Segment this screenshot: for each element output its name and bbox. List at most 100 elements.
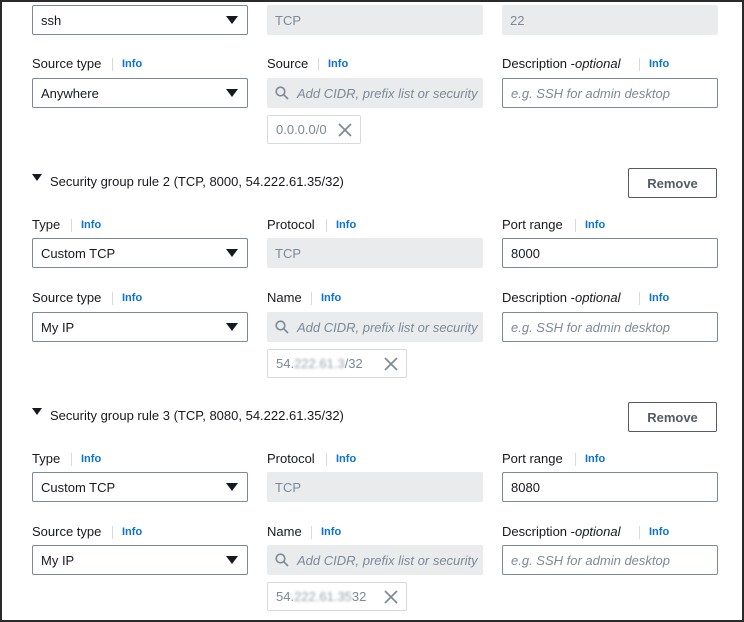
rule3-port-value: 8080: [511, 479, 540, 495]
remove-token-icon[interactable]: [384, 590, 398, 607]
rule2-type-label-text: Type: [32, 217, 61, 232]
rule3-protocol-label-text: Protocol: [267, 451, 315, 466]
rule2-port-label: Port range: [502, 217, 563, 232]
rule1-protocol-field: TCP: [267, 5, 483, 35]
rule1-description-input[interactable]: e.g. SSH for admin desktop: [502, 78, 718, 108]
rule1-port-field: 22: [502, 5, 718, 35]
rule2-token-masked: 222.61.3: [294, 356, 345, 371]
rule1-protocol-value: TCP: [275, 12, 301, 28]
rule1-source-type-label-text: Source type: [32, 56, 102, 71]
rule2-description-placeholder: e.g. SSH for admin desktop: [511, 319, 670, 335]
rule2-source-type-label-text: Source type: [32, 290, 102, 305]
rule2-description-input[interactable]: e.g. SSH for admin desktop: [502, 312, 718, 342]
rule2-source-type-value: My IP: [41, 319, 75, 335]
security-group-rules-panel: ssh TCP 22 Source type Info Source Info …: [0, 0, 744, 622]
rule3-type-info-link[interactable]: Info: [71, 453, 101, 466]
rule3-type-select[interactable]: Custom TCP: [32, 472, 248, 502]
rule1-source-label-text: Source: [267, 56, 309, 71]
rule3-protocol-value: TCP: [275, 479, 301, 495]
rule3-name-info-link[interactable]: Info: [311, 526, 341, 539]
rule1-port-value: 22: [510, 12, 525, 28]
rule3-type-label-text: Type: [32, 451, 61, 466]
optional-text: optional: [574, 56, 621, 71]
rule1-source-type-label: Source type: [32, 56, 101, 71]
rule2-source-search-input[interactable]: Add CIDR, prefix list or security: [267, 312, 483, 342]
rule3-source-placeholder: Add CIDR, prefix list or security: [297, 552, 478, 568]
rule3-description-input[interactable]: e.g. SSH for admin desktop: [502, 545, 718, 575]
collapse-caret-icon[interactable]: [32, 408, 42, 415]
rule3-port-info-link[interactable]: Info: [575, 453, 605, 466]
rule3-source-token: 54. 222.61.35 32: [267, 582, 407, 611]
rule3-source-search-input[interactable]: Add CIDR, prefix list or security: [267, 545, 483, 575]
rule3-remove-button[interactable]: Remove: [628, 402, 717, 432]
rule2-name-label-text: Name: [267, 290, 302, 305]
rule2-source-type-info-link[interactable]: Info: [112, 292, 142, 305]
rule3-remove-label: Remove: [647, 409, 698, 425]
rule1-description-label: Description - optional: [502, 56, 621, 71]
rule3-source-type-value: My IP: [41, 552, 75, 568]
rule1-description-info-link[interactable]: Info: [639, 58, 669, 71]
rule2-description-info-link[interactable]: Info: [639, 292, 669, 305]
remove-token-icon[interactable]: [384, 357, 398, 374]
optional-text: optional: [574, 524, 621, 539]
rule2-description-label-text: Description -: [502, 290, 575, 305]
rule2-protocol-label-text: Protocol: [267, 217, 315, 232]
rule2-source-token: 54. 222.61.3/32: [267, 349, 407, 378]
rule2-type-value: Custom TCP: [41, 245, 116, 261]
rule1-description-label-text: Description -: [502, 56, 575, 71]
rule3-token-prefix: 54.: [276, 589, 295, 604]
collapse-caret-icon[interactable]: [32, 174, 42, 181]
rule3-protocol-field: TCP: [267, 472, 483, 502]
rule1-source-token-text: 0.0.0.0/0: [276, 122, 327, 137]
caret-down-icon: [226, 323, 238, 331]
rule2-remove-button[interactable]: Remove: [628, 168, 717, 198]
rule2-token-prefix: 54.: [276, 356, 295, 371]
rule2-remove-label: Remove: [647, 175, 698, 191]
rule3-source-type-info-link[interactable]: Info: [112, 526, 142, 539]
rule2-port-input[interactable]: 8000: [502, 238, 718, 268]
rule2-protocol-label: Protocol: [267, 217, 315, 232]
rule2-port-value: 8000: [511, 245, 540, 261]
rule3-description-label: Description - optional: [502, 524, 621, 539]
rule3-source-type-select[interactable]: My IP: [32, 545, 248, 575]
rule2-description-label: Description - optional: [502, 290, 621, 305]
rule1-source-search-input[interactable]: Add CIDR, prefix list or security: [267, 78, 483, 108]
rule2-type-select[interactable]: Custom TCP: [32, 238, 248, 268]
rule3-port-label: Port range: [502, 451, 563, 466]
rule3-source-type-label-text: Source type: [32, 524, 102, 539]
rule1-source-token: 0.0.0.0/0: [267, 115, 361, 144]
rule1-source-info-link[interactable]: Info: [318, 58, 348, 71]
caret-down-icon: [226, 16, 238, 24]
rule2-name-label: Name: [267, 290, 302, 305]
rule3-port-label-text: Port range: [502, 451, 563, 466]
rule2-source-type-select[interactable]: My IP: [32, 312, 248, 342]
rule2-protocol-field: TCP: [267, 238, 483, 268]
rule3-source-type-label: Source type: [32, 524, 101, 539]
rule3-token-masked: 222.61.35: [294, 589, 352, 604]
rule2-port-info-link[interactable]: Info: [575, 219, 605, 232]
caret-down-icon: [226, 89, 238, 97]
caret-down-icon: [226, 249, 238, 257]
rule3-description-info-link[interactable]: Info: [639, 526, 669, 539]
rule2-name-info-link[interactable]: Info: [311, 292, 341, 305]
rule2-protocol-info-link[interactable]: Info: [326, 219, 356, 232]
caret-down-icon: [226, 483, 238, 491]
rule1-type-select[interactable]: ssh: [32, 5, 248, 35]
rule1-source-type-select[interactable]: Anywhere: [32, 78, 248, 108]
rule1-source-type-value: Anywhere: [41, 85, 99, 101]
rule1-type-value: ssh: [41, 12, 62, 28]
rule2-type-info-link[interactable]: Info: [71, 219, 101, 232]
rule3-name-label: Name: [267, 524, 302, 539]
rule3-description-label-text: Description -: [502, 524, 575, 539]
search-icon: [267, 553, 297, 567]
rule3-protocol-info-link[interactable]: Info: [326, 453, 356, 466]
remove-token-icon[interactable]: [338, 123, 352, 140]
rule1-source-type-info-link[interactable]: Info: [112, 58, 142, 71]
optional-text: optional: [574, 290, 621, 305]
rule3-port-input[interactable]: 8080: [502, 472, 718, 502]
rule1-description-placeholder: e.g. SSH for admin desktop: [511, 85, 670, 101]
rule3-title: Security group rule 3 (TCP, 8080, 54.222…: [50, 408, 344, 423]
rule2-type-label: Type: [32, 217, 60, 232]
rule2-source-type-label: Source type: [32, 290, 101, 305]
rule3-header: Security group rule 3 (TCP, 8080, 54.222…: [32, 408, 344, 423]
